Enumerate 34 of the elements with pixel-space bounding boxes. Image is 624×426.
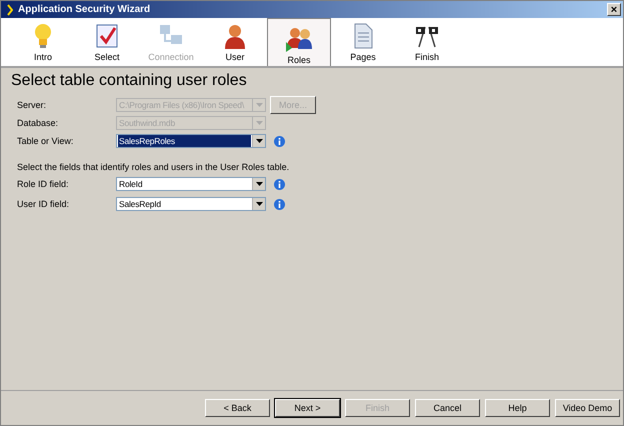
wizard-button[interactable]: < Back bbox=[205, 399, 270, 417]
person-icon bbox=[223, 22, 247, 48]
chevron-icon bbox=[7, 4, 13, 16]
dropdown-field[interactable]: SalesRepId bbox=[116, 197, 266, 211]
dropdown-arrow-icon bbox=[256, 139, 262, 143]
field-label: Role ID field: bbox=[17, 179, 70, 189]
dropdown-field[interactable]: RoleId bbox=[116, 177, 266, 191]
wizard-button[interactable]: Next > bbox=[275, 399, 340, 417]
field-label: Database: bbox=[17, 118, 60, 128]
wizard-step[interactable]: Finish bbox=[395, 18, 459, 66]
wizard-button[interactable]: Help bbox=[485, 399, 550, 417]
page-heading: Select table containing user roles bbox=[11, 72, 248, 90]
lightbulb-icon bbox=[32, 22, 54, 48]
dropdown-arrow-icon bbox=[256, 182, 262, 186]
field-label: User ID field: bbox=[17, 199, 70, 209]
dropdown-field[interactable]: SalesRepRoles bbox=[116, 134, 266, 148]
wizard-step[interactable]: Select bbox=[75, 18, 139, 66]
field-label: Table or View: bbox=[17, 136, 74, 146]
wizard-button[interactable]: Cancel bbox=[415, 399, 480, 417]
window-title: Application Security Wizard bbox=[18, 4, 152, 15]
close-button[interactable]: × bbox=[607, 3, 621, 16]
dropdown-arrow-icon bbox=[256, 103, 262, 107]
dropdown-arrow-icon bbox=[256, 202, 262, 206]
wizard-step[interactable]: Pages bbox=[331, 18, 395, 66]
wizard-step[interactable]: User bbox=[203, 18, 267, 66]
wizard-step[interactable]: Intro bbox=[11, 18, 75, 66]
people-icon bbox=[284, 26, 314, 52]
wizard-step[interactable]: Roles bbox=[267, 18, 331, 66]
field-label: Server: bbox=[17, 100, 48, 110]
checkbox-icon bbox=[95, 22, 119, 48]
wizard-button[interactable]: Video Demo bbox=[555, 399, 620, 417]
document-icon bbox=[352, 22, 374, 48]
instruction-text: Select the fields that identify roles and users in the User Roles table. bbox=[17, 162, 290, 172]
dropdown-arrow-icon bbox=[256, 121, 262, 125]
